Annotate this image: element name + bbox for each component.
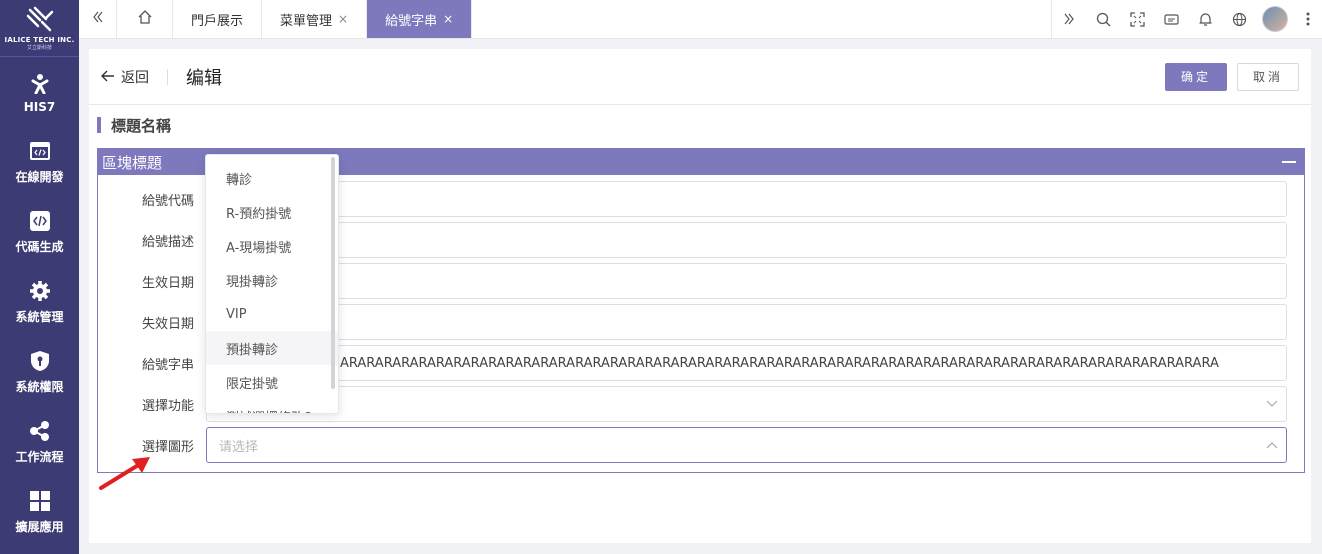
message-icon[interactable] (1154, 0, 1188, 39)
figure-icon (28, 71, 52, 95)
option-item[interactable]: 轉診 (206, 161, 338, 195)
chevron-down-icon (1266, 397, 1278, 411)
cancel-button[interactable]: 取消 (1236, 62, 1299, 91)
tab-label: 門戶展示 (191, 13, 244, 29)
confirm-button[interactable]: 确定 (1164, 62, 1227, 91)
sidebar-item-label: 在線開發 (15, 170, 64, 184)
logo-subtext: 艾立斯科技 (26, 44, 52, 51)
sidebar: IALICE TECH INC. 艾立斯科技 HIS7 在線開發 代碼生成 系統… (0, 0, 79, 554)
option-item[interactable]: R-預約掛號 (206, 195, 338, 229)
panel-title: 區塊標題 (102, 153, 163, 172)
lock-shield-icon (28, 349, 52, 373)
collapse-minus-icon[interactable] (1282, 161, 1296, 163)
sidebar-item-label: 工作流程 (15, 450, 64, 464)
input-value: ARARARARARARARARARARARARARARARARARARARAR… (340, 355, 1219, 371)
tab-menu-management[interactable]: 菜單管理 × (262, 0, 368, 38)
chevron-up-icon (1266, 438, 1278, 452)
card-header: 返回 编辑 确定 取消 (89, 49, 1311, 105)
sidebar-item-label: 代碼生成 (15, 240, 64, 254)
code-icon (28, 209, 52, 233)
home-tab[interactable] (117, 0, 173, 38)
expiry-date-input[interactable] (206, 304, 1287, 340)
option-item[interactable]: 限定掛號 (206, 365, 338, 399)
tab-portal[interactable]: 門戶展示 (173, 0, 263, 38)
more-vertical-icon[interactable] (1294, 0, 1322, 39)
number-desc-input[interactable] (206, 222, 1287, 258)
close-icon[interactable]: × (338, 12, 348, 26)
sidebar-item-online-dev[interactable]: 在線開發 (0, 127, 79, 197)
search-icon[interactable] (1086, 0, 1120, 39)
back-button[interactable]: 返回 (101, 67, 149, 87)
tab-label: 菜單管理 (280, 13, 333, 29)
sidebar-item-label: 系統管理 (15, 310, 64, 324)
option-item[interactable]: A-現場掛號 (206, 229, 338, 263)
effective-date-input[interactable] (206, 263, 1287, 299)
double-chevron-left-icon (91, 10, 105, 28)
sidebar-item-system-admin[interactable]: 系統管理 (0, 267, 79, 337)
divider (167, 68, 168, 85)
close-icon[interactable]: × (443, 12, 453, 26)
select-function-dropdown[interactable] (206, 386, 1287, 422)
logo-text: IALICE TECH INC. (4, 35, 75, 44)
tab-number-string[interactable]: 給號字串 × (367, 0, 473, 38)
sidebar-item-label: HIS7 (23, 99, 56, 114)
home-icon (137, 9, 153, 29)
field-label: 生效日期 (141, 275, 194, 291)
header-actions: 确定 取消 (1164, 62, 1299, 91)
option-item[interactable]: 預掛轉診 (206, 331, 338, 365)
select-placeholder: 请选择 (219, 439, 259, 455)
option-item[interactable]: VIP (206, 297, 338, 331)
section-accent-bar (97, 117, 101, 133)
field-label: 給號代碼 (141, 193, 194, 209)
select-options-popup: 轉診 R-預約掛號 A-現場掛號 現掛轉診 VIP 預掛轉診 限定掛號 測試選擇… (205, 154, 339, 414)
section-title-text: 標題名稱 (111, 116, 172, 135)
option-item[interactable]: 現掛轉診 (206, 263, 338, 297)
annotation-arrow-icon (99, 457, 150, 490)
tab-label: 給號字串 (385, 13, 438, 29)
collapse-sidebar-button[interactable] (79, 0, 117, 38)
sidebar-item-code-gen[interactable]: 代碼生成 (0, 197, 79, 267)
logo[interactable]: IALICE TECH INC. 艾立斯科技 (0, 0, 79, 57)
form-row-select-shape: 選擇圖形 请选择 (98, 427, 1306, 463)
field-label: 失效日期 (141, 316, 194, 332)
arrow-left-icon (101, 67, 115, 86)
field-label: 選擇功能 (141, 398, 194, 414)
sidebar-item-workflow[interactable]: 工作流程 (0, 407, 79, 477)
top-tab-bar: 門戶展示 菜單管理 × 給號字串 × (79, 0, 1322, 39)
page-title: 编辑 (186, 67, 222, 89)
number-code-input[interactable] (206, 181, 1287, 217)
field-label: 給號描述 (141, 234, 194, 250)
option-item[interactable]: 測試選擇修改8 (206, 399, 338, 414)
grid-icon (28, 489, 52, 513)
select-shape-dropdown[interactable]: 请选择 (206, 427, 1287, 463)
bell-icon[interactable] (1188, 0, 1222, 39)
logo-icon (26, 6, 53, 31)
sidebar-item-his7[interactable]: HIS7 (0, 57, 79, 127)
toolbar-actions (1051, 0, 1322, 38)
back-label: 返回 (121, 69, 149, 86)
scrollbar[interactable] (331, 157, 335, 389)
gear-icon (28, 279, 52, 303)
workflow-icon (28, 419, 52, 443)
globe-icon[interactable] (1222, 0, 1256, 39)
sidebar-item-label: 擴展應用 (15, 520, 64, 534)
sidebar-item-label: 系統權限 (15, 380, 64, 394)
section-title: 標題名稱 (97, 115, 1311, 135)
field-label: 給號字串 (141, 357, 194, 373)
options-list: 轉診 R-預約掛號 A-現場掛號 現掛轉診 VIP 預掛轉診 限定掛號 測試選擇… (206, 155, 338, 414)
code-window-icon (28, 139, 52, 163)
double-chevron-right-icon[interactable] (1052, 0, 1086, 39)
fullscreen-icon[interactable] (1120, 0, 1154, 39)
sidebar-item-system-permission[interactable]: 系統權限 (0, 337, 79, 407)
avatar[interactable] (1262, 6, 1288, 32)
number-string-input[interactable]: ARARARARARARARARARARARARARARARARARARARAR… (206, 345, 1287, 381)
sidebar-item-extensions[interactable]: 擴展應用 (0, 477, 79, 547)
